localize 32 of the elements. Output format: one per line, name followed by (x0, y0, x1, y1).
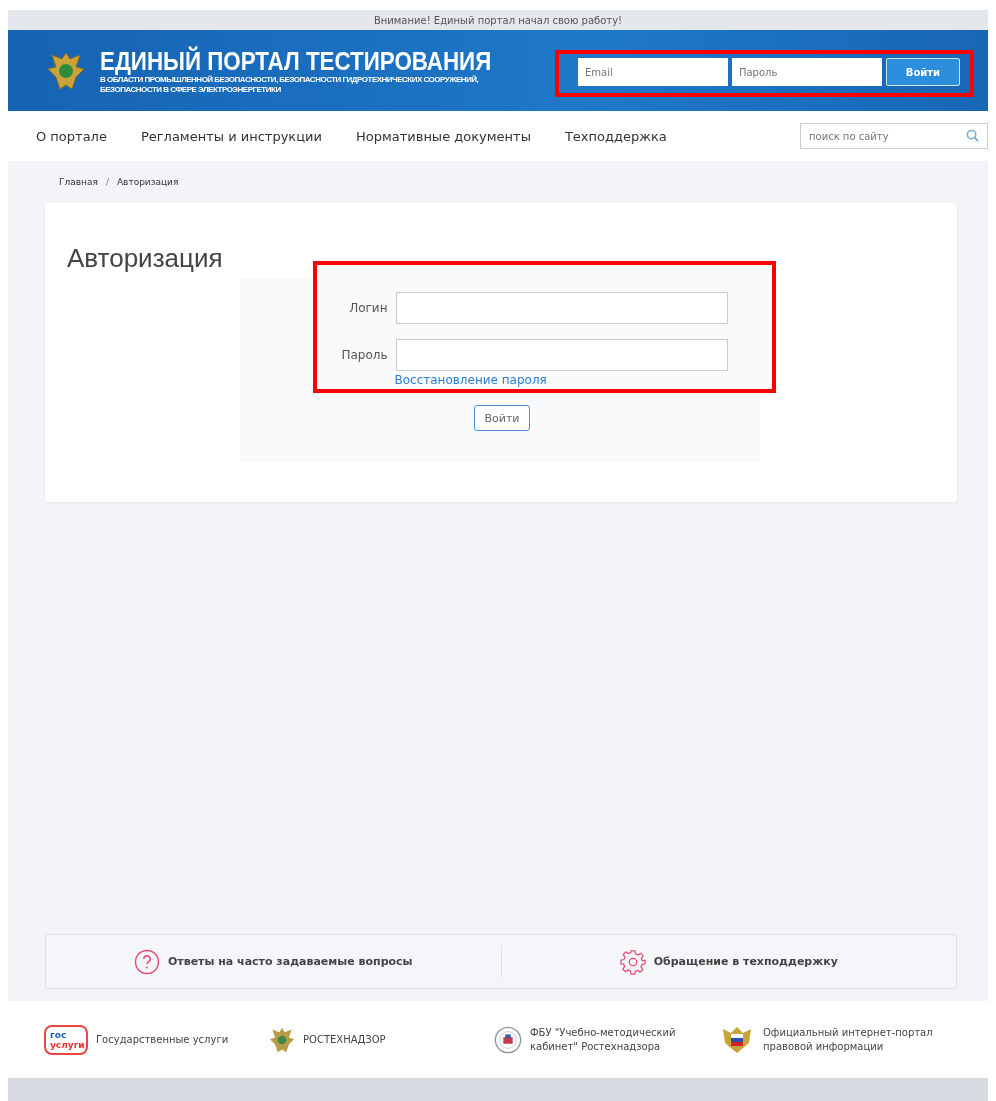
breadcrumb-link[interactable]: Авторизация (116, 177, 179, 203)
partner-link[interactable]: ФБУ "Учебно-методический кабинет" Ростехнадзора (530, 1025, 676, 1054)
nav-link[interactable]: Нормативные документы (355, 128, 531, 144)
email-field[interactable]: Email (577, 58, 728, 86)
portal-title: ЕДИНЫЙ ПОРТАЛ ТЕСТИРОВАНИЯ (100, 46, 492, 75)
breadcrumb-link[interactable]: Главная (59, 177, 98, 203)
input-field[interactable] (395, 339, 728, 371)
round-seal-icon[interactable] (494, 1025, 522, 1054)
search-icon[interactable] (966, 129, 979, 142)
password-field[interactable]: Пароль (731, 58, 882, 86)
question-icon[interactable] (133, 948, 160, 975)
breadcrumb-separator: / (105, 177, 109, 189)
search-field[interactable]: поиск по сайту (800, 123, 988, 149)
nav-link[interactable]: Техподдержка (564, 128, 667, 144)
partner-link[interactable]: РОСТЕХНАДЗОР (303, 1032, 386, 1047)
password-recovery-link[interactable]: Восстановление пароля (394, 373, 547, 387)
submit-button[interactable]: Войти (474, 405, 530, 431)
gear-icon[interactable] (619, 948, 646, 975)
input-field[interactable] (395, 292, 728, 324)
nav-link[interactable]: Регламенты и инструкции (140, 128, 322, 144)
help-link[interactable]: Ответы на часто задаваемые вопросы (167, 955, 413, 968)
field-label: Пароль (341, 348, 388, 362)
partner-link[interactable]: Государственные услуги (96, 1032, 229, 1047)
portal-subtitle: БЕЗОПАСНОСТИ В СФЕРЕ ЭЛЕКТРОЭНЕРГЕТИКИ (100, 84, 282, 95)
help-link[interactable]: Обращение в техподдержку (653, 955, 838, 968)
partner-link[interactable]: Официальный интернет-портал правовой информации (763, 1025, 933, 1054)
nav-link[interactable]: О портале (36, 128, 107, 144)
field-label: Логин (349, 301, 388, 315)
portal-subtitle: В ОБЛАСТИ ПРОМЫШЛЕННОЙ БЕЗОПАСНОСТИ, БЕЗОПАСНОСТИ ГИДРОТЕХНИЧЕСКИХ СООРУЖЕНИЙ, (100, 74, 480, 85)
gosuslugi-logo-icon[interactable]: гос услуги (44, 1024, 88, 1055)
page-title: Авторизация (67, 243, 224, 274)
notice-bar: Внимание! Единый портал начал свою работу! (8, 10, 988, 30)
